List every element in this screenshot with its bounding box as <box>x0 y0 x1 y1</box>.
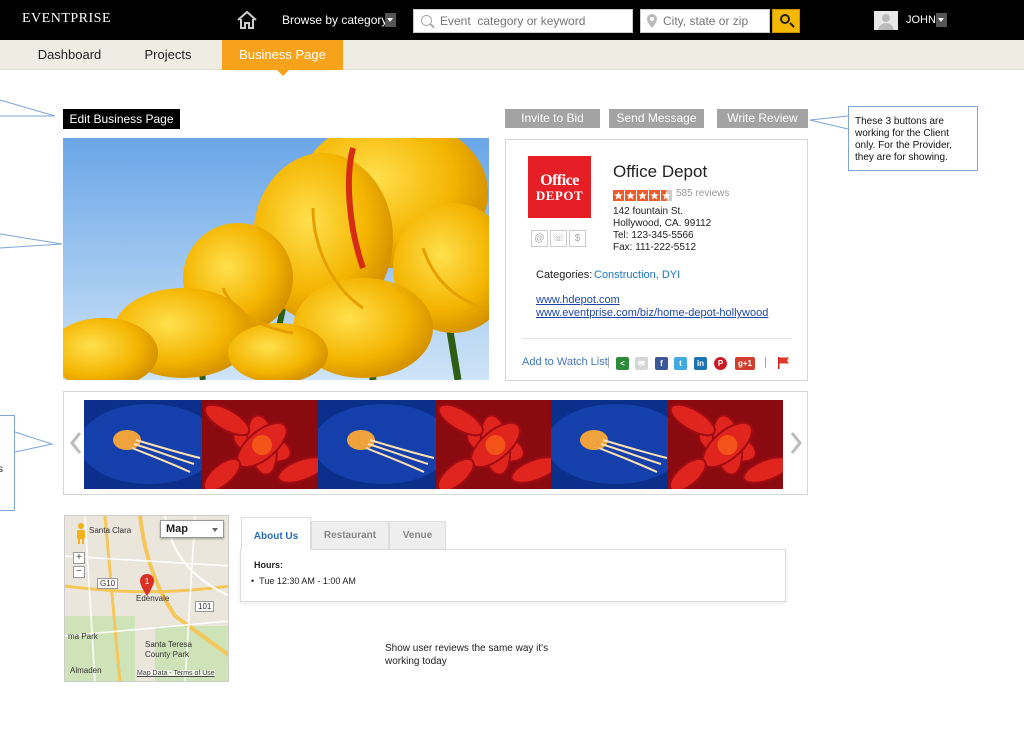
search-input[interactable] <box>440 14 630 28</box>
tab-venue[interactable]: Venue <box>389 521 446 549</box>
gallery-thumb-jellyfish[interactable] <box>84 400 202 489</box>
eventprise-logo[interactable]: EVENTPRISE <box>22 11 111 27</box>
gallery-thumb-jellyfish[interactable] <box>551 400 669 489</box>
review-count[interactable]: 585 reviews <box>676 188 729 199</box>
star-icon <box>649 190 660 201</box>
tab-dashboard[interactable]: Dashboard <box>22 40 117 70</box>
website-link[interactable]: www.hdepot.com <box>536 294 620 306</box>
tab-restaurant[interactable]: Restaurant <box>311 521 389 549</box>
chevron-down-icon[interactable] <box>936 13 947 27</box>
half-star-icon <box>661 190 672 201</box>
location-input[interactable] <box>663 14 767 28</box>
map-marker-icon[interactable]: 1 <box>140 574 154 596</box>
star-icon <box>637 190 648 201</box>
separator: | <box>607 356 610 368</box>
email-share-icon[interactable]: ✉ <box>635 357 648 370</box>
business-logo-line2: DEPOT <box>535 188 584 203</box>
browse-by-category[interactable]: Browse by category <box>282 13 387 27</box>
business-logo: Office DEPOT <box>528 156 591 218</box>
business-info-card: Office DEPOT @ ☏ $ Office Depot 585 review… <box>505 139 808 381</box>
avatar[interactable] <box>874 11 898 30</box>
google-plus-icon[interactable]: g+1 <box>735 357 755 370</box>
map-data-link[interactable]: Map Data <box>137 670 167 677</box>
gallery-thumb-flower[interactable] <box>436 400 551 489</box>
map-label: ma Park <box>68 632 98 641</box>
flag-icon[interactable] <box>777 356 791 370</box>
gallery-thumb-flower[interactable] <box>202 400 318 489</box>
zoom-controls: + − <box>73 552 87 584</box>
map-type-select[interactable]: Map <box>160 520 224 538</box>
facebook-icon[interactable]: f <box>655 357 668 370</box>
map-label: Santa Clara <box>89 526 132 535</box>
tab-business-page[interactable]: Business Page <box>222 40 343 76</box>
location-field[interactable] <box>640 9 770 33</box>
zoom-in-button[interactable]: + <box>73 552 85 564</box>
address-line1: 142 fountain St. <box>613 206 684 217</box>
gallery-thumb-flower[interactable] <box>668 400 783 489</box>
send-message-button[interactable]: Send Message <box>609 109 704 128</box>
categories-value[interactable]: Construction, DYI <box>594 269 680 281</box>
phone-icon[interactable]: ☏ <box>550 230 567 247</box>
telephone: Tel: 123-345-5566 <box>613 230 694 241</box>
pinterest-icon[interactable]: P <box>714 357 727 370</box>
map-label: Almaden <box>70 666 102 675</box>
chevron-right-icon[interactable] <box>789 431 803 455</box>
map-footer: Map Data - Terms of Use <box>137 670 215 677</box>
twitter-icon[interactable]: t <box>674 357 687 370</box>
tab-projects[interactable]: Projects <box>120 40 216 70</box>
address-line2: Hollywood, CA. 99112 <box>613 218 712 229</box>
search-icon <box>421 15 432 26</box>
write-review-button[interactable]: Write Review <box>717 109 808 128</box>
categories-label: Categories: <box>536 269 593 281</box>
pegman-icon[interactable] <box>75 522 87 544</box>
edit-business-page-button[interactable]: Edit Business Page <box>63 109 180 129</box>
star-icon <box>613 190 624 201</box>
zoom-out-button[interactable]: − <box>73 566 85 578</box>
route-shield: G10 <box>97 578 119 589</box>
add-to-watch-list-link[interactable]: Add to Watch List <box>522 356 608 368</box>
rating-stars <box>613 188 673 201</box>
hero-image-tulips <box>63 138 489 380</box>
contact-icons: @ ☏ $ <box>531 228 593 247</box>
separator: | <box>764 356 767 368</box>
reviews-annotation: Show user reviews the same way it's work… <box>385 643 549 667</box>
user-name[interactable]: JOHN <box>906 14 936 26</box>
top-bar: EVENTPRISE Browse by category JOHN <box>0 0 1024 40</box>
left-annotation: s <box>0 415 15 511</box>
search-button[interactable] <box>772 9 800 33</box>
invite-to-bid-button[interactable]: Invite to Bid <box>505 109 600 128</box>
chevron-down-icon[interactable] <box>385 13 396 27</box>
hours-item: • Tue 12:30 AM - 1:00 AM <box>251 576 356 586</box>
svg-text:1: 1 <box>145 577 150 586</box>
eventprise-link[interactable]: www.eventprise.com/biz/home-depot-hollyw… <box>536 307 768 319</box>
tab-about-us[interactable]: About Us <box>241 517 311 550</box>
star-icon <box>625 190 636 201</box>
fax: Fax: 111-222-5512 <box>613 242 697 253</box>
terms-link[interactable]: Terms of Use <box>173 670 214 677</box>
dollar-icon[interactable]: $ <box>569 230 586 247</box>
route-shield: 101 <box>195 601 215 612</box>
location-map[interactable]: + − Map Santa Clara Edenvale ma Park San… <box>64 515 229 682</box>
hours-title: Hours: <box>254 560 283 570</box>
photo-gallery <box>63 391 808 495</box>
home-icon[interactable] <box>236 10 258 30</box>
gallery-thumb-jellyfish[interactable] <box>318 400 436 489</box>
share-icon[interactable]: < <box>616 357 629 370</box>
divider <box>522 338 792 339</box>
buttons-annotation: These 3 buttons are working for the Clie… <box>848 106 978 171</box>
about-us-panel: Hours: • Tue 12:30 AM - 1:00 AM <box>240 549 786 602</box>
hours-item-text: Tue 12:30 AM - 1:00 AM <box>259 576 356 586</box>
email-icon[interactable]: @ <box>531 230 548 247</box>
search-field[interactable] <box>413 9 633 33</box>
linkedin-icon[interactable]: in <box>694 357 707 370</box>
business-name: Office Depot <box>613 162 708 181</box>
map-label: Santa Teresa County Park <box>145 640 192 659</box>
main-nav: Dashboard Projects Business Page <box>0 40 1024 76</box>
location-pin-icon <box>647 14 657 28</box>
search-icon <box>780 14 790 24</box>
left-annotation-text: s <box>0 464 3 475</box>
chevron-left-icon[interactable] <box>69 431 83 455</box>
